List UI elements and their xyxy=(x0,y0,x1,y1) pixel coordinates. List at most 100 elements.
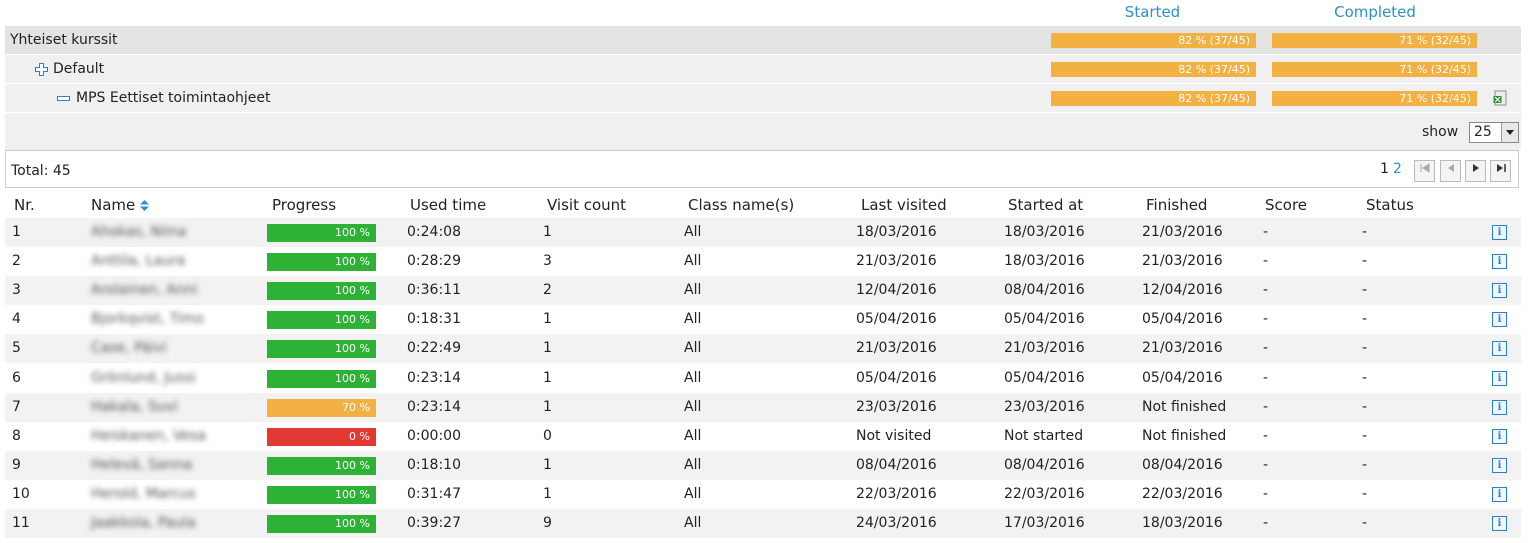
first-page-icon[interactable] xyxy=(1414,160,1435,182)
col-score: Score xyxy=(1265,196,1308,214)
table-row[interactable]: 1 Ahokas, Niina 0:24:08 1 All 18/03/2016 18/03… xyxy=(5,218,1521,247)
info-icon[interactable]: i xyxy=(1492,312,1507,328)
page-2-link[interactable]: 2 xyxy=(1393,161,1402,177)
cell-nr: 5 xyxy=(12,340,21,357)
table-row[interactable]: 7 Hakala, Suvi 0:23:14 1 All 23/03/2016 23/03/… xyxy=(5,392,1521,422)
started-header[interactable]: Started xyxy=(1110,3,1195,23)
cell-status: - xyxy=(1362,456,1368,473)
cell-used: 0:36:11 xyxy=(407,282,461,299)
cell-finished: Not finished xyxy=(1142,427,1227,444)
show-bar xyxy=(5,113,1521,150)
col-name[interactable]: Name xyxy=(91,196,150,215)
table-row[interactable]: 2 Anttila, Laura 0:28:29 3 All 21/03/2016 18/0… xyxy=(5,247,1521,277)
cell-status: - xyxy=(1362,515,1368,531)
col-last-visited: Last visited xyxy=(861,196,947,214)
cell-score: - xyxy=(1263,340,1269,357)
cell-started: Not started xyxy=(1004,427,1084,444)
cell-visits: 9 xyxy=(543,515,552,531)
cell-status: - xyxy=(1362,311,1368,328)
cell-last: 08/04/2016 xyxy=(856,456,937,473)
cell-name: Bjorkqvist, Timo xyxy=(91,311,204,328)
info-icon[interactable]: i xyxy=(1492,516,1507,531)
progress-bar: 100 % xyxy=(267,456,376,475)
completed-bar: 71 % (32/45) xyxy=(1272,62,1477,77)
cell-started: 21/03/2016 xyxy=(1004,340,1085,357)
progress-bar: 100 % xyxy=(267,340,376,359)
cell-visits: 0 xyxy=(543,427,552,444)
info-icon[interactable]: i xyxy=(1492,457,1507,473)
cell-visits: 1 xyxy=(543,224,552,240)
cell-name: Hakala, Suvi xyxy=(91,398,178,415)
progress-bar: 100 % xyxy=(267,311,376,330)
info-icon[interactable]: i xyxy=(1492,283,1507,299)
info-icon[interactable]: i xyxy=(1492,486,1507,502)
cell-cls: All xyxy=(684,253,702,270)
tree-label[interactable]: Default xyxy=(53,61,104,77)
table-row[interactable]: 3 Arolainen, Anni 0:36:11 2 All 12/04/2016 08/… xyxy=(5,276,1521,306)
cell-used: 0:23:14 xyxy=(407,398,461,415)
completed-bar: 71 % (32/45) xyxy=(1272,91,1477,106)
info-icon[interactable]: i xyxy=(1492,225,1507,240)
cell-name: Heiskanen, Vesa xyxy=(91,427,207,444)
cell-finished: 05/04/2016 xyxy=(1142,311,1223,328)
table-row[interactable]: 10 Herold, Marcus 0:31:47 1 All 22/03/2016 22/… xyxy=(5,479,1521,509)
tree-label[interactable]: MPS Eettiset toimintaohjeet xyxy=(76,90,271,106)
last-page-icon[interactable] xyxy=(1490,160,1511,182)
sort-icon[interactable] xyxy=(140,197,150,215)
prev-page-icon[interactable] xyxy=(1440,160,1461,182)
cell-started: 05/04/2016 xyxy=(1004,311,1085,328)
progress-bar: 100 % xyxy=(267,485,376,504)
chevron-down-icon[interactable] xyxy=(1501,123,1518,142)
table-row[interactable]: 9 Helevä, Sanna 0:18:10 1 All 08/04/2016 08/04… xyxy=(5,450,1521,480)
info-icon[interactable]: i xyxy=(1492,254,1507,270)
next-page-icon[interactable] xyxy=(1465,160,1486,182)
cell-name: Grönlund, Jussi xyxy=(91,369,196,386)
info-icon[interactable]: i xyxy=(1492,370,1507,386)
cell-name: Arolainen, Anni xyxy=(91,282,198,299)
collapse-icon[interactable] xyxy=(57,90,70,106)
cell-visits: 1 xyxy=(543,369,552,386)
table-row[interactable]: 4 Bjorkqvist, Timo 0:18:31 1 All 05/04/2016 05… xyxy=(5,305,1521,335)
expand-icon[interactable] xyxy=(35,63,48,76)
cell-visits: 1 xyxy=(543,485,552,502)
cell-cls: All xyxy=(684,456,702,473)
completed-bar: 71 % (32/45) xyxy=(1272,33,1477,48)
cell-status: - xyxy=(1362,224,1368,240)
cell-score: - xyxy=(1263,253,1269,270)
cell-nr: 10 xyxy=(12,485,30,502)
info-icon[interactable]: i xyxy=(1492,341,1507,357)
cell-finished: 08/04/2016 xyxy=(1142,456,1223,473)
col-used-time: Used time xyxy=(410,196,487,214)
col-started-at: Started at xyxy=(1008,196,1084,214)
progress-bar: 100 % xyxy=(267,253,376,272)
cell-last: 05/04/2016 xyxy=(856,369,937,386)
table-row[interactable]: 6 Grönlund, Jussi 0:23:14 1 All 05/04/2016 05/… xyxy=(5,363,1521,393)
cell-visits: 1 xyxy=(543,340,552,357)
cell-status: - xyxy=(1362,485,1368,502)
cell-cls: All xyxy=(684,282,702,299)
cell-finished: 22/03/2016 xyxy=(1142,485,1223,502)
tree-label[interactable]: Yhteiset kurssit xyxy=(10,32,118,48)
cell-name: Anttila, Laura xyxy=(91,253,186,270)
show-select[interactable]: 25 xyxy=(1469,122,1519,143)
info-icon[interactable]: i xyxy=(1492,428,1507,444)
table-row[interactable]: 5 Case, Päivi 0:22:49 1 All 21/03/2016 21/03/2… xyxy=(5,334,1521,364)
col-name-label[interactable]: Name xyxy=(91,196,135,214)
cell-finished: 21/03/2016 xyxy=(1142,253,1223,270)
col-nr: Nr. xyxy=(14,196,35,214)
cell-score: - xyxy=(1263,369,1269,386)
progress-bar: 0 % xyxy=(267,427,376,446)
info-icon[interactable]: i xyxy=(1492,399,1507,415)
cell-score: - xyxy=(1263,427,1269,444)
page-1-link[interactable]: 1 xyxy=(1380,161,1389,177)
cell-status: - xyxy=(1362,340,1368,357)
cell-last: 21/03/2016 xyxy=(856,253,937,270)
cell-nr: 4 xyxy=(12,311,21,328)
completed-header[interactable]: Completed xyxy=(1320,3,1430,23)
export-excel-icon[interactable] xyxy=(1493,90,1509,106)
cell-name: Case, Päivi xyxy=(91,340,167,357)
table-row[interactable]: 8 Heiskanen, Vesa 0:00:00 0 All Not visited No… xyxy=(5,421,1521,451)
table-row[interactable]: 11 Jaakkola, Paula 0:39:27 9 All 24/03/2016 17… xyxy=(5,509,1521,538)
progress-bar: 100 % xyxy=(267,282,376,301)
cell-finished: Not finished xyxy=(1142,398,1227,415)
